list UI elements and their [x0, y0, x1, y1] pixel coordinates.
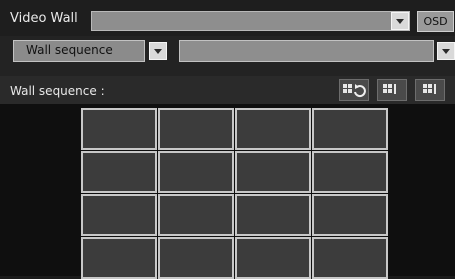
wall-monitor-cell[interactable]: [235, 237, 311, 279]
wall-monitor-cell[interactable]: [158, 151, 234, 193]
video-wall-select[interactable]: [91, 11, 410, 31]
wall-monitor-cell[interactable]: [312, 108, 388, 150]
wall-monitor-cell[interactable]: [81, 108, 157, 150]
sequence-secondary-select[interactable]: [179, 40, 434, 62]
osd-button[interactable]: OSD: [417, 11, 454, 32]
sequence-type-select[interactable]: Wall sequence: [13, 40, 145, 62]
panel-header: Wall sequence :: [0, 76, 455, 104]
wall-monitor-cell[interactable]: [312, 237, 388, 279]
layout-rotate-button[interactable]: [339, 79, 369, 101]
sequence-type-value: Wall sequence: [26, 43, 113, 57]
wall-monitor-cell[interactable]: [312, 151, 388, 193]
wall-monitor-cell[interactable]: [81, 194, 157, 236]
wall-monitor-cell[interactable]: [158, 237, 234, 279]
wall-monitor-cell[interactable]: [312, 194, 388, 236]
video-wall-label: Video Wall: [10, 11, 78, 26]
sequence-secondary-dropdown-button[interactable]: [437, 42, 455, 60]
layout-prev-icon: [383, 84, 396, 94]
layout-rotate-icon: [343, 84, 366, 98]
video-wall-row: Video Wall OSD: [0, 0, 455, 36]
osd-label: OSD: [423, 15, 448, 28]
video-wall-panel: [0, 104, 455, 279]
wall-monitor-cell[interactable]: [81, 151, 157, 193]
wall-monitor-cell[interactable]: [235, 108, 311, 150]
sequence-type-dropdown-button[interactable]: [149, 42, 167, 60]
wall-monitor-cell[interactable]: [235, 151, 311, 193]
panel-title: Wall sequence :: [10, 84, 105, 98]
layout-next-button[interactable]: [415, 79, 445, 101]
video-wall-dropdown-button[interactable]: [391, 12, 409, 30]
video-wall-grid: [80, 107, 390, 279]
wall-monitor-cell[interactable]: [158, 194, 234, 236]
layout-prev-button[interactable]: [377, 79, 407, 101]
chevron-down-icon: [154, 48, 162, 54]
wall-monitor-cell[interactable]: [235, 194, 311, 236]
sequence-row: Wall sequence: [0, 36, 455, 76]
layout-next-icon: [423, 84, 436, 94]
chevron-down-icon: [442, 48, 450, 54]
chevron-down-icon: [396, 18, 404, 24]
wall-monitor-cell[interactable]: [158, 108, 234, 150]
wall-monitor-cell[interactable]: [81, 237, 157, 279]
